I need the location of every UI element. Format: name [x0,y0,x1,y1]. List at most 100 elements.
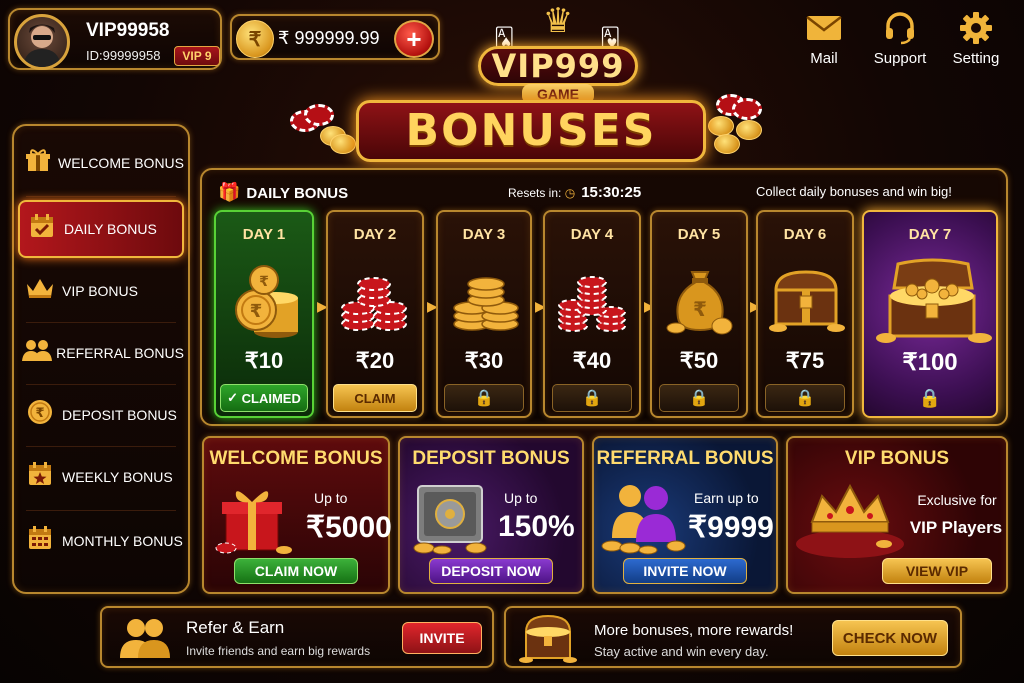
money-bag-icon: ₹ [652,258,746,344]
gift-icon: 🎁 [218,182,241,202]
username: VIP99958 [86,20,170,41]
balance-value: ₹ 999999.99 [278,28,380,48]
promo-vip-bonus[interactable]: VIP BONUS Exclusive for VIP Players VIEW… [786,436,1008,594]
casino-chips-icon [328,258,422,344]
day-label: DAY 6 [783,226,827,243]
day-card-6[interactable]: DAY 6 ₹75 🔒 [756,210,854,418]
deposit-now-button[interactable]: DEPOSIT NOW [429,558,553,584]
reset-time: 15:30:25 [581,184,642,201]
lock-icon: 🔒 [659,384,739,412]
promo-title: VIP BONUS [844,448,950,469]
support-label: Support [873,50,927,67]
more-bonuses-bar: More bonuses, more rewards! Stay active … [504,606,962,668]
day-label: DAY 3 [462,226,506,243]
day-card-2[interactable]: DAY 2 ₹20 CLAIM [326,210,424,418]
sidebar-item-monthly-bonus[interactable]: MONTHLY BONUS [18,512,184,570]
claim-button[interactable]: CLAIM [333,384,417,412]
profile-card[interactable]: VIP99958 ID:99999958 VIP 9 [8,8,222,70]
divider [26,446,176,447]
day-amount: ₹50 [679,348,719,373]
daily-bonus-header: 🎁 DAILY BONUS [218,182,348,203]
divider [26,384,176,385]
reset-label: Resets in: [508,186,562,200]
refer-subtext: Invite friends and earn big rewards [186,644,371,658]
invite-button[interactable]: INVITE [402,622,482,654]
crown-icon: ♛ [542,2,574,40]
promo-subtext: Up to [314,490,348,506]
setting-button[interactable]: Setting [946,10,1006,67]
lock-icon: 🔒 [444,384,524,412]
day-amount: ₹30 [464,348,504,373]
calendar-star-icon [18,461,62,494]
safe-icon [410,482,490,561]
day-card-3[interactable]: DAY 3 ₹30 🔒 [436,210,532,418]
svg-text:₹: ₹ [693,297,707,321]
sidebar-item-referral-bonus[interactable]: REFERRAL BONUS [18,324,184,382]
view-vip-button[interactable]: VIEW VIP [882,558,992,584]
support-button[interactable]: Support [869,10,931,67]
day-amount: ₹20 [355,348,395,373]
promo-welcome-bonus[interactable]: WELCOME BONUS Up to ₹5000 CLAIM NOW [202,436,392,594]
page-title-banner: BONUSES [356,100,706,162]
treasure-chest-icon [758,258,852,344]
add-funds-button[interactable]: + [394,20,434,58]
sidebar: WELCOME BONUS DAILY BONUS VIP BONUS REFE… [12,124,190,594]
avatar-portrait-icon [23,24,61,67]
day-amount: ₹40 [572,348,612,373]
sidebar-item-label: VIP BONUS [62,283,138,299]
users-icon [600,480,686,561]
sidebar-item-deposit-bonus[interactable]: ₹ DEPOSIT BONUS [18,386,184,444]
claim-now-button[interactable]: CLAIM NOW [234,558,358,584]
promo-subtext-2: VIP Players [909,518,1003,537]
divider [26,510,176,511]
reset-timer: Resets in: ◷ 15:30:25 [508,184,641,201]
invite-now-button[interactable]: INVITE NOW [623,558,747,584]
treasure-chest-icon [518,612,578,671]
refer-title: Refer & Earn [186,618,285,637]
day-label: DAY 2 [353,226,397,243]
clock-icon: ◷ [564,186,576,200]
avatar[interactable] [14,14,70,70]
more-subtext: Stay active and win every day. [594,644,769,659]
lock-icon: 🔒 [765,384,845,412]
more-title: More bonuses, more rewards! [594,622,794,639]
sidebar-item-weekly-bonus[interactable]: WEEKLY BONUS [18,448,184,506]
setting-label: Setting [952,50,1000,67]
day-card-1[interactable]: DAY 1 ₹ ₹ ₹10 ✓ CLAIMED [214,210,314,418]
logo-text: VIP999 [478,46,638,86]
day-card-4[interactable]: DAY 4 ₹40 🔒 [543,210,641,418]
promo-title: REFERRAL BONUS [596,448,774,469]
check-now-button[interactable]: CHECK NOW [832,620,948,656]
promo-amount: ₹9999 [688,511,774,544]
svg-text:₹: ₹ [35,406,44,421]
day-label: DAY 5 [677,226,721,243]
sidebar-item-vip-bonus[interactable]: VIP BONUS [18,262,184,320]
mail-label: Mail [810,50,838,67]
rupee-coin-icon: ₹ [236,20,274,58]
users-icon [18,338,56,369]
casino-chips-icon [290,104,356,154]
promo-referral-bonus[interactable]: REFERRAL BONUS Earn up to ₹9999 INVITE N… [592,436,778,594]
sidebar-item-daily-bonus[interactable]: DAILY BONUS [18,200,184,258]
sidebar-item-welcome-bonus[interactable]: WELCOME BONUS [18,134,184,192]
users-icon [118,616,172,665]
page-title: BONUSES [405,105,657,156]
mail-button[interactable]: Mail [794,10,854,67]
daily-bonus-panel: 🎁 DAILY BONUS Resets in: ◷ 15:30:25 Collec… [200,168,1008,426]
rupee-coin-icon: ₹ [18,399,62,432]
day-label: DAY 1 [242,226,286,243]
day-amount: ₹100 [902,349,958,376]
check-icon: ✓ [227,390,242,405]
sidebar-item-label: DEPOSIT BONUS [62,407,177,423]
day-card-7[interactable]: DAY 7 ₹100 🔒 [862,210,998,418]
day-card-5[interactable]: DAY 5 ₹ ₹50 🔒 [650,210,748,418]
daily-bonus-title: DAILY BONUS [246,185,349,202]
sidebar-item-label: MONTHLY BONUS [62,533,183,549]
coin-stack-icon [438,258,530,344]
lock-icon: 🔒 [552,384,632,412]
promo-deposit-bonus[interactable]: DEPOSIT BONUS Up to 150% DEPOSIT NOW [398,436,584,594]
promo-subtext: Exclusive for [917,492,997,508]
promo-subtext: Earn up to [694,490,759,506]
promo-amount: ₹5000 [306,511,392,544]
promo-amount: 150% [498,510,575,543]
